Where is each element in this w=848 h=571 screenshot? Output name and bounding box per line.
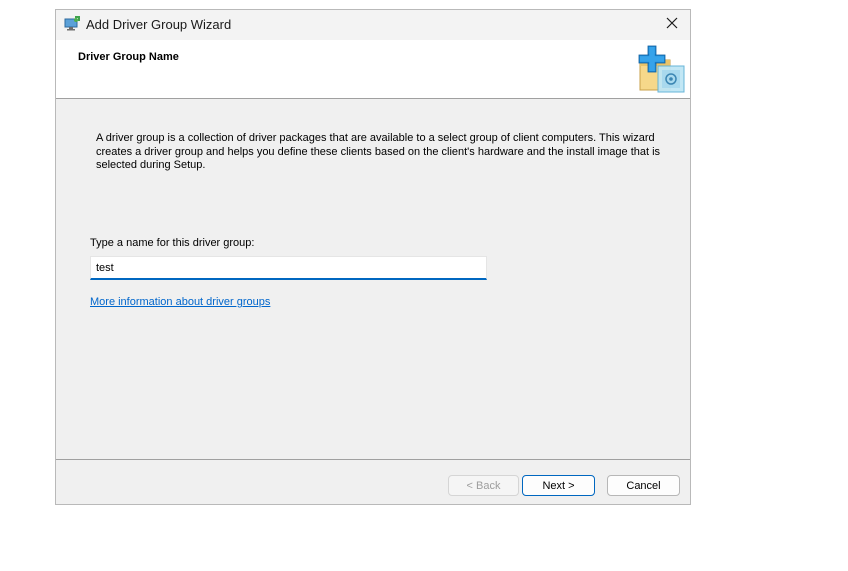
driver-groups-info-link[interactable]: More information about driver groups (90, 296, 270, 308)
group-name-input[interactable] (90, 256, 487, 280)
close-icon (666, 16, 678, 34)
wizard-window: Add Driver Group Wizard Driver Group Nam… (55, 9, 691, 505)
next-button[interactable]: Next > (522, 475, 595, 496)
close-button[interactable] (654, 10, 690, 40)
back-button[interactable]: < Back (448, 475, 519, 496)
wizard-header: Driver Group Name (56, 40, 690, 99)
driver-group-package-icon (634, 44, 688, 96)
window-title: Add Driver Group Wizard (86, 17, 232, 32)
cancel-button[interactable]: Cancel (607, 475, 680, 496)
wizard-description: A driver group is a collection of driver… (96, 132, 661, 171)
group-name-label: Type a name for this driver group: (90, 237, 255, 249)
page-title: Driver Group Name (78, 51, 179, 63)
wizard-computer-icon (64, 16, 80, 32)
footer-divider (56, 459, 690, 460)
title-bar: Add Driver Group Wizard (56, 10, 690, 40)
